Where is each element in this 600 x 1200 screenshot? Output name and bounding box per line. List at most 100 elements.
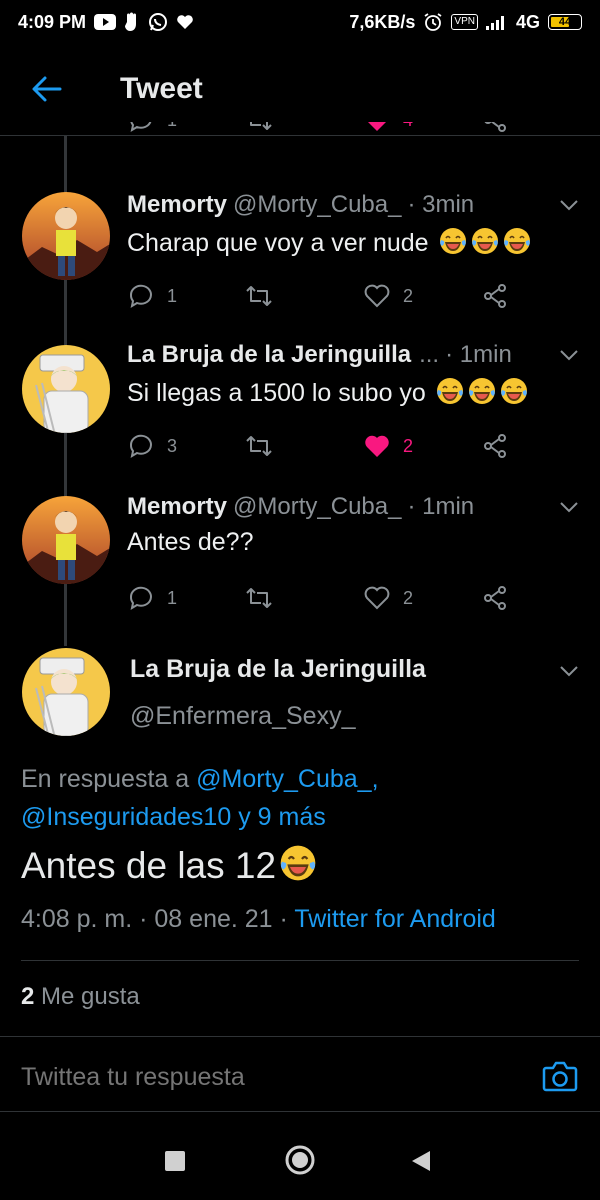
share-button[interactable] xyxy=(481,282,509,310)
status-bar-left: 4:09 PM xyxy=(18,12,194,33)
reply-icon xyxy=(129,434,152,459)
status-bar: 4:09 PM 7,6KB/s VPN 4G 44 xyxy=(0,0,600,44)
laughing-emoji-icon xyxy=(503,228,530,254)
like-button[interactable]: 2 xyxy=(363,282,413,310)
network-speed: 7,6KB/s xyxy=(349,11,416,32)
reply-button[interactable]: 1 xyxy=(127,282,177,310)
tweet-text: Charap que voy a ver nude xyxy=(127,226,532,258)
alarm-icon xyxy=(423,12,443,32)
reply-count: 1 xyxy=(167,587,178,608)
author-name[interactable]: Memorty xyxy=(127,493,227,521)
reply-button[interactable]: 3 xyxy=(127,432,177,460)
like-count: 2 xyxy=(403,285,414,306)
partial-like-button[interactable]: 4 xyxy=(363,122,413,134)
chevron-down-icon[interactable] xyxy=(558,346,580,364)
reply-context: En respuesta a @Morty_Cuba_, @Insegurida… xyxy=(21,760,591,836)
page-title: Tweet xyxy=(120,72,203,105)
partial-retweet-button[interactable] xyxy=(245,122,273,134)
share-icon xyxy=(484,284,506,308)
camera-icon[interactable] xyxy=(542,1059,578,1093)
status-time: 4:09 PM xyxy=(18,11,87,32)
retweet-button[interactable] xyxy=(245,282,273,310)
reply-user-link[interactable]: @Morty_Cuba_, xyxy=(196,765,378,793)
laughing-emoji-icon xyxy=(500,378,527,404)
hand-icon xyxy=(124,12,140,32)
back-arrow-icon[interactable] xyxy=(30,72,64,106)
tweet-time: · 1min xyxy=(407,493,475,520)
partial-share-button[interactable] xyxy=(481,122,509,134)
author-handle[interactable]: @Morty_Cuba_ xyxy=(233,191,401,219)
tweet-text-content: Antes de?? xyxy=(127,528,254,556)
back-button[interactable] xyxy=(410,1149,432,1178)
heart-status-icon xyxy=(176,14,194,30)
laughing-emoji-icon xyxy=(471,228,498,254)
chevron-down-icon[interactable] xyxy=(558,662,580,680)
likes-label: Me gusta xyxy=(41,983,140,1010)
like-count: 2 xyxy=(403,435,414,456)
laughing-emoji-icon xyxy=(468,378,495,404)
like-button[interactable]: 2 xyxy=(363,584,413,612)
author-handle[interactable]: ... xyxy=(419,341,439,369)
system-navigation-bar xyxy=(0,1112,600,1200)
like-count: 2 xyxy=(403,587,414,608)
tweet-item[interactable]: Memorty @Morty_Cuba_ · 3min Charap que v… xyxy=(0,190,600,340)
heart-outline-icon xyxy=(364,284,390,308)
battery-level: 44 xyxy=(558,16,572,28)
tweet-header: La Bruja de la Jeringuilla ... · 1min xyxy=(127,340,580,370)
author-name[interactable]: Memorty xyxy=(127,191,227,219)
share-button[interactable] xyxy=(481,584,509,612)
partial-reply-button[interactable]: 1 xyxy=(127,122,177,134)
retweet-button[interactable] xyxy=(245,584,273,612)
chevron-down-icon[interactable] xyxy=(558,498,580,516)
avatar[interactable] xyxy=(22,192,110,280)
main-tweet-author-handle[interactable]: @Enfermera_Sexy_ xyxy=(130,702,355,731)
avatar[interactable] xyxy=(22,345,110,433)
home-button[interactable] xyxy=(284,1144,316,1181)
laughing-emoji-group xyxy=(436,228,532,257)
reply-count: 3 xyxy=(167,435,178,456)
main-tweet-avatar[interactable] xyxy=(22,648,110,736)
main-tweet-text: Antes de las 12 xyxy=(21,843,318,887)
heart-filled-icon xyxy=(365,435,389,457)
avatar[interactable] xyxy=(22,496,110,584)
laughing-emoji-icon xyxy=(436,378,463,404)
main-tweet-text-content: Antes de las 12 xyxy=(21,845,277,886)
reply-prefix: En respuesta a xyxy=(21,765,190,793)
tweet-source-link[interactable]: Twitter for Android xyxy=(294,905,495,933)
reply-input[interactable] xyxy=(21,1063,501,1092)
laughing-emoji-icon xyxy=(439,228,466,254)
reply-button[interactable]: 1 xyxy=(127,584,177,612)
tweet-item[interactable]: La Bruja de la Jeringuilla ... · 1min Si… xyxy=(0,340,600,490)
reply-more-link[interactable]: y 9 más xyxy=(238,803,326,831)
author-handle[interactable]: @Morty_Cuba_ xyxy=(233,493,401,521)
reply-bar xyxy=(0,1036,600,1112)
main-tweet-author-name[interactable]: La Bruja de la Jeringuilla xyxy=(130,655,426,684)
reply-user-link[interactable]: @Inseguridades10 xyxy=(21,803,231,831)
divider xyxy=(21,960,579,961)
meta-separator: · xyxy=(139,905,148,933)
partial-tweet-actions: 1 4 xyxy=(0,122,600,152)
tweet-time: · 3min xyxy=(407,191,475,218)
share-icon xyxy=(484,586,506,610)
chevron-down-icon[interactable] xyxy=(558,196,580,214)
partial-like-count: 4 xyxy=(403,122,413,131)
retweet-icon xyxy=(246,588,272,608)
like-button[interactable]: 2 xyxy=(363,432,413,460)
youtube-icon xyxy=(94,14,117,30)
signal-icon xyxy=(485,14,508,30)
main-tweet-date: 08 ene. 21 xyxy=(154,905,273,933)
tweet-text: Antes de?? xyxy=(127,528,254,557)
status-bar-right: 7,6KB/s VPN 4G 44 xyxy=(349,12,582,33)
partial-reply-count: 1 xyxy=(167,122,177,131)
tweet-header: Memorty @Morty_Cuba_ · 1min xyxy=(127,492,580,522)
main-tweet-time: 4:08 p. m. xyxy=(21,905,133,933)
likes-summary[interactable]: 2 Me gusta xyxy=(21,983,140,1011)
share-button[interactable] xyxy=(481,432,509,460)
heart-outline-icon xyxy=(364,586,390,610)
recents-button[interactable] xyxy=(164,1150,186,1177)
retweet-icon xyxy=(250,122,272,130)
partial-action-row: 1 4 xyxy=(127,122,527,142)
tweet-item[interactable]: Memorty @Morty_Cuba_ · 1min Antes de?? 1… xyxy=(0,492,600,642)
author-name[interactable]: La Bruja de la Jeringuilla xyxy=(127,341,411,369)
retweet-button[interactable] xyxy=(245,432,273,460)
